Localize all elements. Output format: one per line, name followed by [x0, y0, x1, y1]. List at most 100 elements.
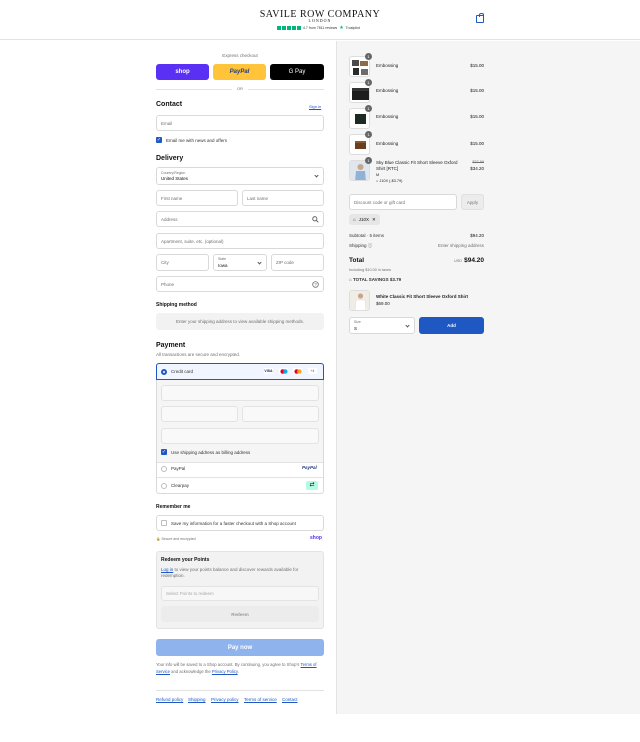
white-shirt-image — [349, 290, 370, 311]
remove-discount-icon[interactable]: ✕ — [372, 217, 376, 223]
more-cards-badge: +4 — [308, 368, 317, 374]
paypal-button[interactable]: PayPal — [213, 64, 266, 80]
redeem-button[interactable]: Redeem — [161, 606, 319, 622]
shirt-discount: ⌂ J10X (-$3.79) — [376, 178, 402, 184]
total-value: $94.20 — [464, 257, 484, 264]
clearpay-option-label[interactable]: Clearpay — [171, 483, 189, 488]
footer-contact-link[interactable]: Contact — [282, 697, 298, 702]
shirt-old-price: $37.99 — [472, 160, 484, 164]
address-placeholder: Address — [161, 216, 178, 222]
delivery-heading: Delivery — [156, 155, 184, 162]
last-name-field[interactable]: Last name — [242, 190, 324, 206]
info-icon[interactable]: ⓘ — [368, 243, 373, 248]
newsletter-label: Email me with news and offers — [166, 138, 227, 143]
card-cvv-field[interactable] — [242, 406, 319, 422]
total-label: Total — [349, 257, 365, 264]
tag-icon: ⌂ — [353, 217, 356, 222]
card-expiry-field[interactable] — [161, 406, 238, 422]
item-name: Embossing — [376, 63, 399, 68]
savings-tag-icon: ⌂ — [349, 277, 352, 282]
qty-badge: 1 — [365, 131, 372, 138]
sign-in-link[interactable]: Sign in — [309, 104, 321, 109]
payment-heading: Payment — [156, 342, 186, 349]
item-price: $15.00 — [470, 88, 484, 93]
billing-same-label: Use shipping address as billing address — [171, 450, 251, 455]
chevron-down-icon — [314, 173, 319, 178]
discount-tag-code: J10X — [358, 217, 369, 222]
shop-pay-button[interactable]: shop — [156, 64, 209, 80]
item-name: Embossing — [376, 88, 399, 93]
shipping-label: Shipping ⓘ — [349, 243, 372, 249]
divider — [156, 690, 324, 691]
newsletter-checkbox[interactable]: ✓ — [156, 137, 162, 143]
credit-card-label: Credit card — [171, 369, 194, 374]
upsell-name: White Classic Fit Short Sleeve Oxford Sh… — [376, 294, 469, 299]
footer-privacy-link[interactable]: Privacy policy — [211, 697, 239, 702]
upsell-size-select[interactable]: Size S — [349, 317, 415, 334]
divider — [157, 477, 323, 478]
google-pay-button[interactable]: G Pay — [270, 64, 324, 80]
state-value: Iowa — [218, 262, 228, 268]
zip-field[interactable]: ZIP code — [271, 254, 324, 271]
state-select[interactable]: State Iowa — [213, 254, 267, 271]
currency-code: USD — [454, 259, 463, 263]
total-savings-text: TOTAL SAVINGS $3.79 — [352, 277, 402, 282]
subtotal-label: Subtotal · 5 items — [349, 233, 385, 238]
qty-badge: 1 — [365, 53, 372, 60]
paypal-radio[interactable] — [161, 466, 167, 472]
email-field[interactable]: Email — [156, 115, 324, 131]
apply-button[interactable]: Apply — [461, 194, 484, 210]
phone-placeholder: Phone — [161, 281, 175, 287]
clearpay-radio[interactable] — [161, 483, 167, 489]
save-info-checkbox[interactable] — [161, 520, 167, 526]
search-icon — [312, 216, 319, 223]
paypal-option-label[interactable]: PayPal — [171, 466, 185, 471]
card-number-field[interactable] — [161, 385, 319, 401]
qty-badge: 1 — [365, 79, 372, 86]
help-icon[interactable]: ? — [312, 281, 319, 288]
shirt-price: $34.20 — [470, 166, 484, 171]
footer-terms-link[interactable]: Terms of service — [244, 697, 277, 702]
footer-refund-link[interactable]: Refund policy — [156, 697, 183, 702]
points-login-link[interactable]: Log in — [161, 567, 173, 572]
save-info-label: Save my information for a faster checkou… — [171, 521, 296, 526]
shirt-discount-text: J10X (-$3.79) — [379, 179, 403, 183]
privacy-link[interactable]: Privacy Policy — [212, 669, 238, 674]
taxes-note: Including $10.00 in taxes — [349, 268, 392, 272]
total-savings: ⌂ TOTAL SAVINGS $3.79 — [349, 277, 401, 282]
city-field[interactable]: City — [156, 254, 209, 271]
item-price: $15.00 — [470, 63, 484, 68]
mastercard-icon — [293, 368, 302, 374]
phone-field[interactable]: Phone ? — [156, 276, 324, 292]
first-name-field[interactable]: First name — [156, 190, 238, 206]
express-checkout-title: Express checkout — [222, 53, 258, 58]
secure-note: 🔒 Secure and encrypted — [156, 537, 196, 541]
item-price: $15.00 — [470, 114, 484, 119]
billing-same-checkbox[interactable]: ✓ — [161, 449, 167, 455]
discount-tag: ⌂ J10X ✕ — [349, 214, 380, 225]
shopping-bag-icon[interactable] — [476, 13, 484, 23]
country-select[interactable]: Country/Region United States — [156, 167, 324, 185]
discount-code-field[interactable]: Discount code or gift card — [349, 194, 457, 210]
contact-heading: Contact — [156, 101, 183, 108]
shirt-name: Sky Blue Classic Fit Short Sleeve Oxford… — [376, 160, 466, 172]
trustpilot-rating: 4.7 from 7811 reviews ★ Trustpilot — [277, 25, 360, 31]
svg-text:?: ? — [314, 282, 317, 287]
or-divider: OR — [232, 86, 248, 91]
notice-text-2: and acknowledge the — [169, 668, 212, 674]
trustpilot-star-icon: ★ — [339, 25, 344, 31]
item-price: $15.00 — [470, 141, 484, 146]
credit-card-radio[interactable] — [161, 369, 167, 375]
pay-now-button[interactable]: Pay now — [156, 639, 324, 656]
footer-shipping-link[interactable]: Shipping — [188, 697, 206, 702]
chevron-down-icon — [257, 259, 262, 265]
shipping-label-text: Shipping — [349, 243, 367, 248]
apartment-field[interactable]: Apartment, suite, etc. (optional) — [156, 233, 324, 249]
upsell-add-button[interactable]: Add — [419, 317, 484, 334]
brand-sub: LONDON — [308, 18, 332, 23]
redeem-points-heading: Redeem your Points — [161, 557, 210, 563]
points-select[interactable]: Select Points to redeem — [161, 586, 319, 601]
address-field[interactable]: Address — [156, 211, 324, 227]
rating-stars-icon — [277, 26, 301, 30]
card-name-field[interactable] — [161, 428, 319, 444]
